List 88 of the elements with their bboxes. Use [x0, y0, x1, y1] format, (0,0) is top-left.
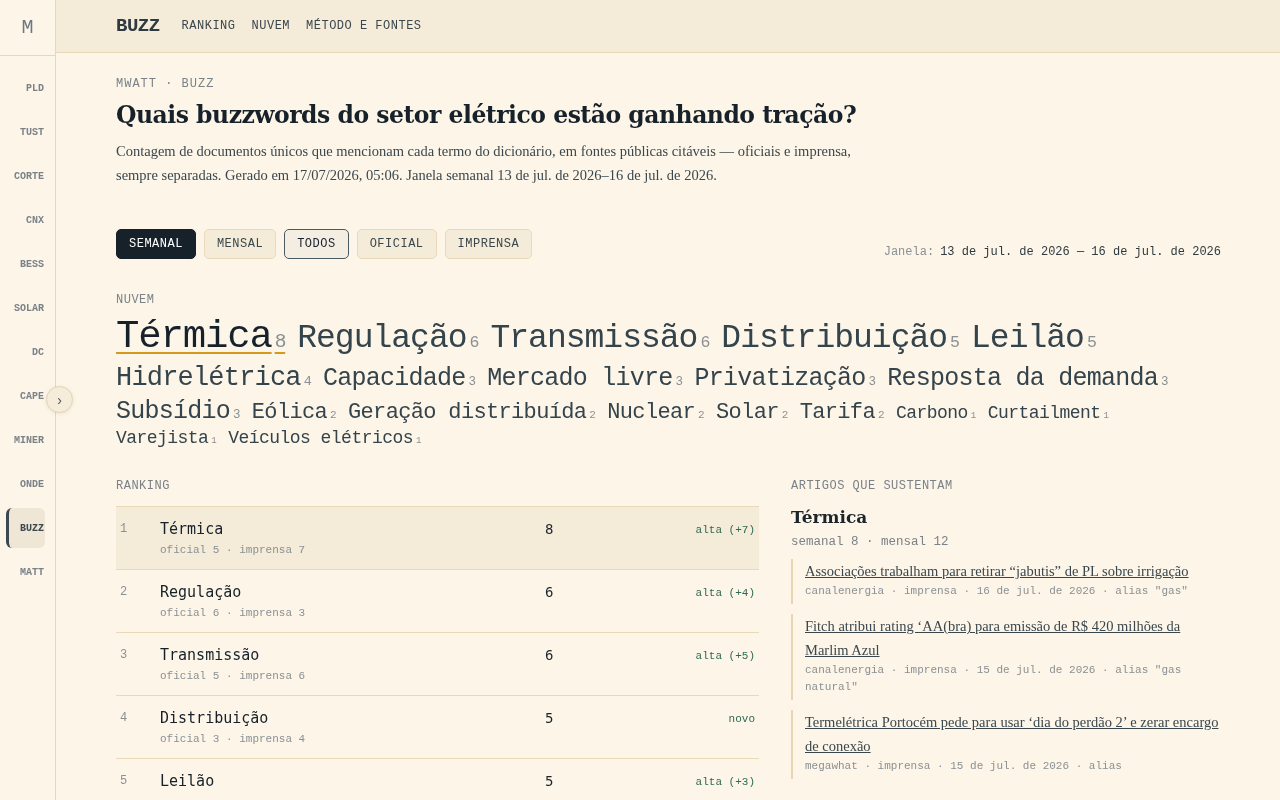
- trend-label: alta (+7): [694, 523, 756, 537]
- cloud-term[interactable]: Transmissão 6: [490, 318, 710, 360]
- section-heading: ARTIGOS QUE SUSTENTAM: [791, 479, 954, 494]
- sidebar-item[interactable]: DC: [6, 332, 45, 372]
- ranking-row[interactable]: 4 Distribuição oficial 3 · imprensa 4 5 novo: [116, 696, 759, 760]
- term-name: Distribuição: [160, 709, 270, 728]
- sidebar-item[interactable]: CNX: [6, 200, 45, 240]
- article-meta: canalenergia · imprensa · 16 de jul. de 2026 · alias "gas": [805, 584, 1189, 600]
- trend-label: alta (+3): [694, 775, 756, 789]
- section-heading: RANKING: [116, 479, 171, 494]
- sidebar-item[interactable]: MATT: [6, 552, 45, 592]
- trend-label: alta (+5): [694, 649, 756, 663]
- brand-title[interactable]: BUZZ: [116, 15, 160, 37]
- window-range: 13 de jul. de 2026 — 16 de jul. de 2026: [940, 245, 1221, 259]
- filter-button[interactable]: TODOS: [284, 229, 349, 259]
- page-title: Quais buzzwords do setor elétrico estão ganhando tração?: [116, 101, 858, 129]
- cloud-term[interactable]: Regulação 6: [297, 318, 479, 360]
- term-counts: semanal 8 · mensal 12: [791, 535, 950, 550]
- term-count: 5: [545, 772, 555, 790]
- cloud-term[interactable]: Curtailment 1: [987, 401, 1109, 424]
- cloud-term[interactable]: Veículos elétricos 1: [228, 426, 421, 450]
- filter-button[interactable]: IMPRENSA: [444, 229, 533, 259]
- cloud-term[interactable]: Varejista 1: [116, 426, 217, 450]
- source-breakdown: oficial 6 · imprensa 3: [160, 607, 307, 620]
- term-name: Térmica: [160, 520, 225, 539]
- term-name: Regulação: [160, 583, 243, 602]
- cloud-term[interactable]: Solar 2: [716, 398, 788, 426]
- window-label: Janela:: [883, 245, 935, 259]
- sidebar-item[interactable]: BUZZ: [6, 508, 45, 548]
- cloud-term[interactable]: Tarifa 2: [799, 398, 884, 426]
- term-count: 6: [545, 646, 555, 664]
- ranking-row[interactable]: 1 Térmica oficial 5 · imprensa 7 8 alta (+7): [116, 507, 759, 571]
- cloud-term[interactable]: Capacidade 3: [323, 362, 476, 394]
- description: Contagem de documentos únicos que mencionam cada termo do dicionário, em fontes públicas citáveis — oficiais e imprensa, sempre separadas. Gerado em 17/07/2026, 05:06. Janela semanal 13 de jul. de 2026–16 de jul. de 2026.: [116, 142, 852, 185]
- cloud-term[interactable]: Hidrelétrica 4: [116, 361, 311, 396]
- ranking-row[interactable]: 5 Leilão 5 alta (+3): [116, 759, 759, 800]
- source-breakdown: oficial 5 · imprensa 7: [160, 544, 307, 557]
- sidebar-item[interactable]: TUST: [6, 112, 45, 152]
- cloud-term[interactable]: Nuclear 2: [607, 398, 705, 426]
- sidebar-item[interactable]: ONDE: [6, 464, 45, 504]
- logo[interactable]: M: [21, 16, 34, 39]
- ranking-row[interactable]: 3 Transmissão oficial 5 · imprensa 6 6 alta (+5): [116, 633, 759, 697]
- cloud-term[interactable]: Privatização 3: [694, 362, 876, 394]
- rank-number: 4: [119, 710, 129, 726]
- cloud-term[interactable]: Resposta da demanda 3: [887, 362, 1168, 394]
- breadcrumb: MWATT · BUZZ: [116, 77, 216, 91]
- nav-link[interactable]: MÉTODO E FONTES: [306, 19, 422, 33]
- term-name: Transmissão: [160, 646, 261, 665]
- source-breakdown: oficial 5 · imprensa 6: [160, 670, 307, 683]
- rank-number: 1: [119, 521, 129, 537]
- section-heading: NUVEM: [116, 293, 156, 307]
- sidebar-item[interactable]: CAPE: [6, 376, 45, 416]
- selected-term: Térmica: [791, 507, 869, 528]
- ranking-row[interactable]: 2 Regulação oficial 6 · imprensa 3 6 alta (+4): [116, 570, 759, 634]
- article-meta: canalenergia · imprensa · 15 de jul. de 2026 · alias "gas natural": [805, 663, 1183, 696]
- cloud-term[interactable]: Geração distribuída 2: [348, 398, 596, 426]
- cloud-term[interactable]: Subsídio 3: [116, 395, 240, 427]
- trend-label: novo: [727, 712, 756, 726]
- nav-link[interactable]: NUVEM: [251, 19, 291, 33]
- cloud-term[interactable]: Carbono 1: [895, 401, 976, 424]
- sidebar-item[interactable]: SOLAR: [6, 288, 45, 328]
- sidebar-item[interactable]: MINER: [6, 420, 45, 460]
- filter-button[interactable]: MENSAL: [203, 229, 277, 259]
- article-link[interactable]: Fitch atribui rating ‘AA(bra) para emissão de R$ 420 milhões da Marlim Azul: [805, 614, 1221, 663]
- cloud-term[interactable]: Mercado livre 3: [487, 362, 683, 394]
- sidebar-item[interactable]: CORTE: [6, 156, 45, 196]
- source-breakdown: oficial 3 · imprensa 4: [160, 733, 307, 746]
- cloud-term[interactable]: Térmica 8: [116, 313, 286, 362]
- sidebar-item[interactable]: BESS: [6, 244, 45, 284]
- cloud-term[interactable]: Distribuição 5: [721, 318, 959, 360]
- term-name: Leilão: [160, 772, 216, 791]
- filter-button[interactable]: SEMANAL: [116, 229, 196, 259]
- article-link[interactable]: Associações trabalham para retirar “jabutis” de PL sobre irrigação: [805, 559, 1221, 584]
- nav-link[interactable]: RANKING: [181, 19, 236, 33]
- article-meta: megawhat · imprensa · 15 de jul. de 2026 · alias: [805, 759, 1123, 775]
- filter-button[interactable]: OFICIAL: [356, 229, 437, 259]
- rank-number: 3: [119, 647, 129, 663]
- cloud-term[interactable]: Eólica 2: [251, 398, 336, 426]
- cloud-term[interactable]: Leilão 5: [971, 318, 1096, 360]
- expand-button[interactable]: ›: [46, 386, 73, 413]
- trend-label: alta (+4): [694, 586, 756, 600]
- term-count: 6: [545, 583, 555, 601]
- term-count: 5: [545, 709, 555, 727]
- rank-number: 5: [119, 773, 129, 789]
- rank-number: 2: [119, 584, 129, 600]
- article-link[interactable]: Termelétrica Portocém pede para usar ‘dia do perdão 2’ e zerar encargo de conexão: [805, 710, 1221, 759]
- sidebar-item[interactable]: PLD: [6, 68, 45, 108]
- term-count: 8: [545, 520, 555, 538]
